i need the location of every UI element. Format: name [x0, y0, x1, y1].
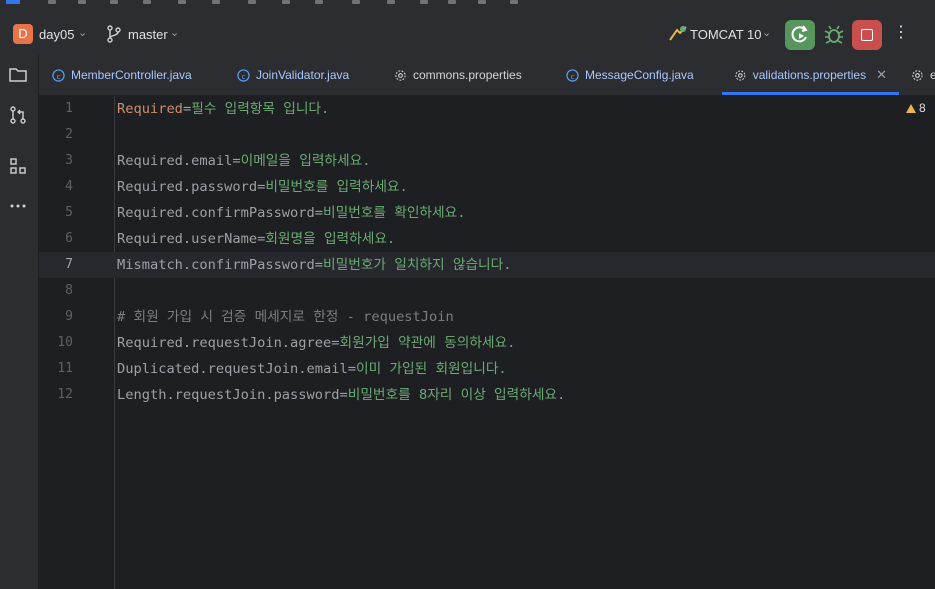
- rerun-icon: [791, 25, 808, 43]
- menu-bar: [0, 0, 935, 14]
- gear-icon: [395, 69, 406, 81]
- line-number: 3: [65, 153, 73, 168]
- class-icon: c: [237, 68, 250, 82]
- project-name[interactable]: day05: [39, 27, 74, 43]
- menu-item[interactable]: [387, 0, 395, 4]
- code-line: Required.requestJoin.agree=회원가입 약관에 동의하세…: [117, 335, 516, 351]
- svg-text:c: c: [241, 71, 245, 80]
- tab-validations-properties[interactable]: validations.properties ✕: [722, 55, 899, 95]
- tab-commons-properties[interactable]: commons.properties: [394, 55, 522, 95]
- warning-indicator[interactable]: 8: [906, 101, 926, 115]
- code-line: Duplicated.requestJoin.email=이미 가입된 회원입니…: [117, 361, 507, 377]
- line-number: 12: [57, 387, 73, 402]
- stop-button[interactable]: [852, 20, 882, 50]
- chevron-down-icon[interactable]: ⌄: [170, 26, 179, 39]
- app-logo-icon: [6, 0, 20, 4]
- main-toolbar: D day05 ⌄ master ⌄ TOMCAT 10 ⌄ ⋮: [0, 14, 935, 55]
- code-line: Required.confirmPassword=비밀번호를 확인하세요.: [117, 205, 466, 221]
- editor-tabs: c MemberController.java c JoinValidator.…: [39, 55, 935, 96]
- pull-requests-icon[interactable]: [8, 105, 28, 125]
- menu-item[interactable]: [178, 0, 186, 4]
- debug-button[interactable]: [821, 23, 847, 47]
- close-icon[interactable]: ✕: [876, 67, 887, 83]
- chevron-down-icon[interactable]: ⌄: [762, 26, 771, 39]
- menu-item[interactable]: [315, 0, 323, 4]
- menu-item[interactable]: [448, 0, 456, 4]
- svg-text:c: c: [570, 71, 574, 80]
- more-horizontal-icon[interactable]: [8, 196, 28, 216]
- code-line: Required.password=비밀번호를 입력하세요.: [117, 179, 408, 195]
- menu-item[interactable]: [78, 0, 86, 4]
- tab-join-validator[interactable]: c JoinValidator.java: [237, 55, 349, 95]
- tomcat-icon: [669, 26, 687, 41]
- menu-item[interactable]: [48, 0, 56, 4]
- line-number: 7: [65, 257, 73, 272]
- line-number: 6: [65, 231, 73, 246]
- folder-icon[interactable]: [8, 65, 28, 85]
- code-line: Length.requestJoin.password=비밀번호를 8자리 이상…: [117, 387, 566, 403]
- structure-icon[interactable]: [8, 156, 28, 176]
- class-icon: c: [566, 68, 579, 82]
- tool-window-bar: [0, 55, 39, 589]
- code-comment: # 회원 가입 시 검증 메세지로 한정 - requestJoin: [117, 309, 454, 325]
- rerun-button[interactable]: [785, 20, 815, 50]
- code-line: Required.email=이메일을 입력하세요.: [117, 153, 371, 169]
- line-number: 10: [57, 335, 73, 350]
- svg-text:c: c: [56, 71, 60, 80]
- code-line: Required.userName=회원명을 입력하세요.: [117, 231, 396, 247]
- warning-count: 8: [919, 101, 926, 115]
- project-badge[interactable]: D: [13, 24, 33, 44]
- line-number: 8: [65, 283, 73, 298]
- code-line: Mismatch.confirmPassword=비밀번호가 일치하지 않습니다…: [117, 257, 512, 273]
- menu-item[interactable]: [510, 0, 518, 4]
- run-config-name[interactable]: TOMCAT 10: [690, 27, 762, 43]
- line-number: 1: [65, 101, 73, 116]
- gear-icon: [735, 69, 746, 81]
- line-number: 4: [65, 179, 73, 194]
- menu-item[interactable]: [110, 0, 118, 4]
- code-line: Required=필수 입력항목 입니다.: [117, 101, 330, 117]
- line-number: 11: [57, 361, 73, 376]
- line-number: 5: [65, 205, 73, 220]
- chevron-down-icon[interactable]: ⌄: [78, 26, 87, 39]
- gear-icon: [912, 69, 923, 81]
- line-number: 2: [65, 127, 73, 142]
- tab-message-config[interactable]: c MessageConfig.java: [566, 55, 694, 95]
- more-vertical-icon[interactable]: ⋮: [893, 23, 909, 45]
- menu-item[interactable]: [212, 0, 220, 4]
- menu-item[interactable]: [282, 0, 290, 4]
- warning-icon: [906, 104, 916, 113]
- bug-icon: [824, 25, 844, 44]
- tab-member-controller[interactable]: c MemberController.java: [52, 55, 192, 95]
- tab-overflow[interactable]: e: [911, 55, 935, 95]
- class-icon: c: [52, 68, 65, 82]
- menu-item[interactable]: [420, 0, 428, 4]
- branch-name[interactable]: master: [128, 27, 168, 43]
- menu-item[interactable]: [478, 0, 486, 4]
- git-branch-icon[interactable]: [106, 25, 122, 43]
- menu-item[interactable]: [143, 0, 151, 4]
- line-number: 9: [65, 309, 73, 324]
- menu-item[interactable]: [352, 0, 360, 4]
- menu-item[interactable]: [248, 0, 256, 4]
